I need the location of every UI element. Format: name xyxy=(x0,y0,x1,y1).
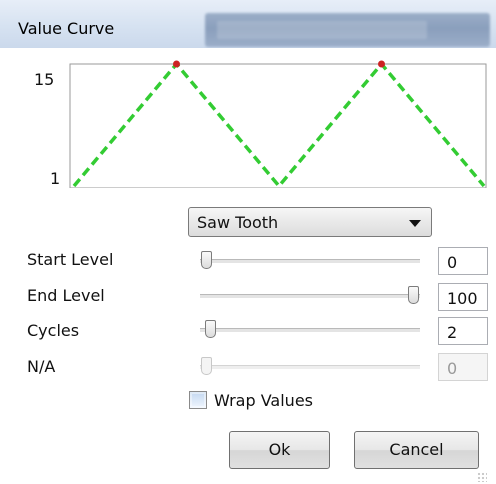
na-label: N/A xyxy=(27,357,56,376)
end-level-thumb[interactable] xyxy=(408,286,419,304)
start-level-track[interactable] xyxy=(200,259,420,264)
ok-button[interactable]: Ok xyxy=(229,431,330,469)
start-level-label: Start Level xyxy=(27,250,114,269)
curve-plot-frame xyxy=(69,63,487,188)
cycles-thumb[interactable] xyxy=(205,320,216,338)
background-window-blur xyxy=(205,13,490,47)
peak-marker xyxy=(378,60,385,68)
window-titlebar[interactable]: Value Curve xyxy=(0,0,496,49)
curve-graph xyxy=(69,60,487,188)
end-level-track[interactable] xyxy=(200,294,420,299)
resize-grip[interactable] xyxy=(477,472,487,482)
window-title: Value Curve xyxy=(18,19,115,38)
y-max-label: 15 xyxy=(34,70,55,89)
cycles-label: Cycles xyxy=(27,321,80,340)
cancel-button[interactable]: Cancel xyxy=(354,431,479,469)
wrap-values-checkbox[interactable] xyxy=(189,391,207,409)
na-thumb xyxy=(201,357,212,375)
end-level-input[interactable]: 100 xyxy=(438,283,488,311)
na-track xyxy=(200,365,420,370)
peak-marker xyxy=(173,60,180,68)
start-level-input[interactable]: 0 xyxy=(438,247,488,275)
chevron-down-icon[interactable] xyxy=(409,220,421,227)
curve-preview[interactable]: 15 1 xyxy=(8,52,494,188)
curve-type-dropdown[interactable]: Saw Tooth xyxy=(188,207,432,237)
curve-type-value: Saw Tooth xyxy=(197,213,279,232)
start-level-thumb[interactable] xyxy=(201,251,212,269)
end-level-label: End Level xyxy=(27,286,105,305)
y-min-label: 1 xyxy=(50,169,61,188)
cycles-track[interactable] xyxy=(200,328,420,333)
wrap-values-label[interactable]: Wrap Values xyxy=(214,391,313,410)
cycles-input[interactable]: 2 xyxy=(438,317,488,345)
na-input: 0 xyxy=(438,353,488,381)
